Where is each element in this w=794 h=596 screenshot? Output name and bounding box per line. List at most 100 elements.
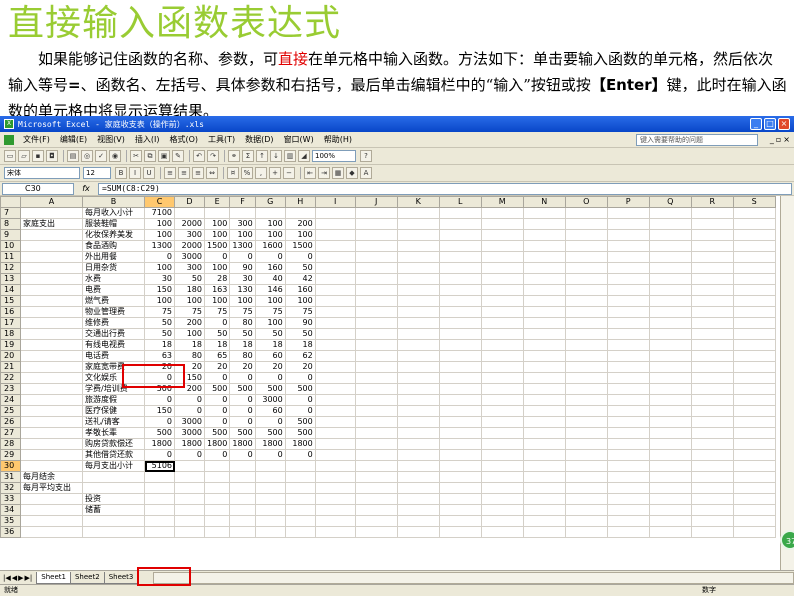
cell[interactable]	[732, 526, 776, 538]
row-header[interactable]: 7	[0, 207, 21, 219]
cell[interactable]: 0	[284, 405, 316, 417]
cell[interactable]: 75	[144, 306, 175, 318]
cell[interactable]	[690, 328, 734, 340]
cell[interactable]	[606, 482, 650, 494]
column-header[interactable]: A	[20, 196, 83, 208]
cell[interactable]	[480, 493, 524, 505]
cell[interactable]	[144, 471, 175, 483]
cell[interactable]	[522, 383, 566, 395]
cell[interactable]	[648, 328, 692, 340]
cell[interactable]	[20, 493, 83, 505]
cell[interactable]	[284, 482, 316, 494]
cell[interactable]	[522, 229, 566, 241]
cell[interactable]: 0	[144, 449, 175, 461]
cell[interactable]	[564, 262, 608, 274]
cell[interactable]	[20, 460, 83, 472]
decrease-decimal-icon[interactable]: −	[283, 167, 295, 179]
column-header[interactable]: D	[174, 196, 205, 208]
cell[interactable]: 0	[144, 372, 175, 384]
help-search-input[interactable]: 键入需要帮助的问题	[636, 134, 758, 146]
cell[interactable]: 60	[254, 350, 286, 362]
row-header[interactable]: 13	[0, 273, 21, 285]
row-header[interactable]: 8	[0, 218, 21, 230]
cell[interactable]	[144, 526, 175, 538]
cell[interactable]	[438, 207, 482, 219]
cell[interactable]	[606, 251, 650, 263]
cell[interactable]: 20	[254, 361, 286, 373]
cell[interactable]	[564, 526, 608, 538]
cell[interactable]	[438, 328, 482, 340]
cell[interactable]	[648, 218, 692, 230]
font-size-select[interactable]: 12	[83, 167, 111, 179]
cell[interactable]: 家庭支出	[20, 218, 83, 230]
cell[interactable]	[314, 284, 356, 296]
hyperlink-icon[interactable]: ⚭	[228, 150, 240, 162]
cell[interactable]	[564, 229, 608, 241]
column-header[interactable]: R	[690, 196, 734, 208]
cell[interactable]	[690, 273, 734, 285]
cell[interactable]	[522, 493, 566, 505]
cell[interactable]	[314, 306, 356, 318]
cell[interactable]: 电费	[82, 284, 145, 296]
cell[interactable]	[396, 526, 440, 538]
cell[interactable]: 0	[203, 394, 231, 406]
cell[interactable]	[522, 350, 566, 362]
cell[interactable]: 每月平均支出	[20, 482, 83, 494]
cell[interactable]	[314, 361, 356, 373]
percent-icon[interactable]: %	[241, 167, 253, 179]
cell[interactable]	[203, 460, 231, 472]
cell[interactable]	[648, 350, 692, 362]
cell[interactable]	[396, 218, 440, 230]
cell[interactable]: 0	[229, 449, 256, 461]
cell[interactable]: 旅游度假	[82, 394, 145, 406]
cell[interactable]	[606, 394, 650, 406]
italic-icon[interactable]: I	[129, 167, 141, 179]
cell[interactable]: 300	[229, 218, 256, 230]
cell[interactable]	[606, 317, 650, 329]
cell[interactable]	[480, 482, 524, 494]
cell[interactable]	[174, 482, 205, 494]
cell[interactable]	[438, 284, 482, 296]
cell[interactable]	[396, 273, 440, 285]
menu-insert[interactable]: 插入(I)	[130, 134, 165, 145]
cell[interactable]	[732, 295, 776, 307]
cell[interactable]	[20, 405, 83, 417]
cell[interactable]	[690, 361, 734, 373]
cell[interactable]	[564, 471, 608, 483]
row-header[interactable]: 27	[0, 427, 21, 439]
permission-icon[interactable]: ◘	[46, 150, 58, 162]
cell[interactable]	[396, 460, 440, 472]
cell[interactable]	[20, 240, 83, 252]
cell[interactable]	[480, 460, 524, 472]
cell[interactable]: 65	[203, 350, 231, 362]
save-icon[interactable]: ▪	[32, 150, 44, 162]
cell[interactable]	[564, 493, 608, 505]
cell[interactable]	[480, 273, 524, 285]
cell[interactable]: 0	[203, 416, 231, 428]
cell[interactable]	[564, 361, 608, 373]
cell[interactable]	[564, 383, 608, 395]
cell[interactable]	[606, 350, 650, 362]
cell[interactable]	[354, 460, 398, 472]
cell[interactable]	[606, 526, 650, 538]
cell[interactable]	[606, 240, 650, 252]
cell[interactable]	[314, 229, 356, 241]
cell[interactable]	[396, 471, 440, 483]
row-header[interactable]: 15	[0, 295, 21, 307]
row-header[interactable]: 36	[0, 526, 21, 538]
column-header[interactable]: I	[314, 196, 356, 208]
cell[interactable]	[20, 295, 83, 307]
cell[interactable]	[396, 394, 440, 406]
cell[interactable]	[254, 460, 286, 472]
spelling-icon[interactable]: ✓	[95, 150, 107, 162]
cell[interactable]	[564, 317, 608, 329]
cell[interactable]	[648, 405, 692, 417]
sort-descending-icon[interactable]: ↓	[270, 150, 282, 162]
cell[interactable]: 1800	[284, 438, 316, 450]
format-painter-icon[interactable]: ✎	[172, 150, 184, 162]
cell[interactable]: 150	[144, 284, 175, 296]
cell[interactable]	[314, 526, 356, 538]
cell[interactable]	[438, 427, 482, 439]
cell[interactable]	[480, 350, 524, 362]
font-name-select[interactable]: 宋体	[4, 167, 80, 179]
